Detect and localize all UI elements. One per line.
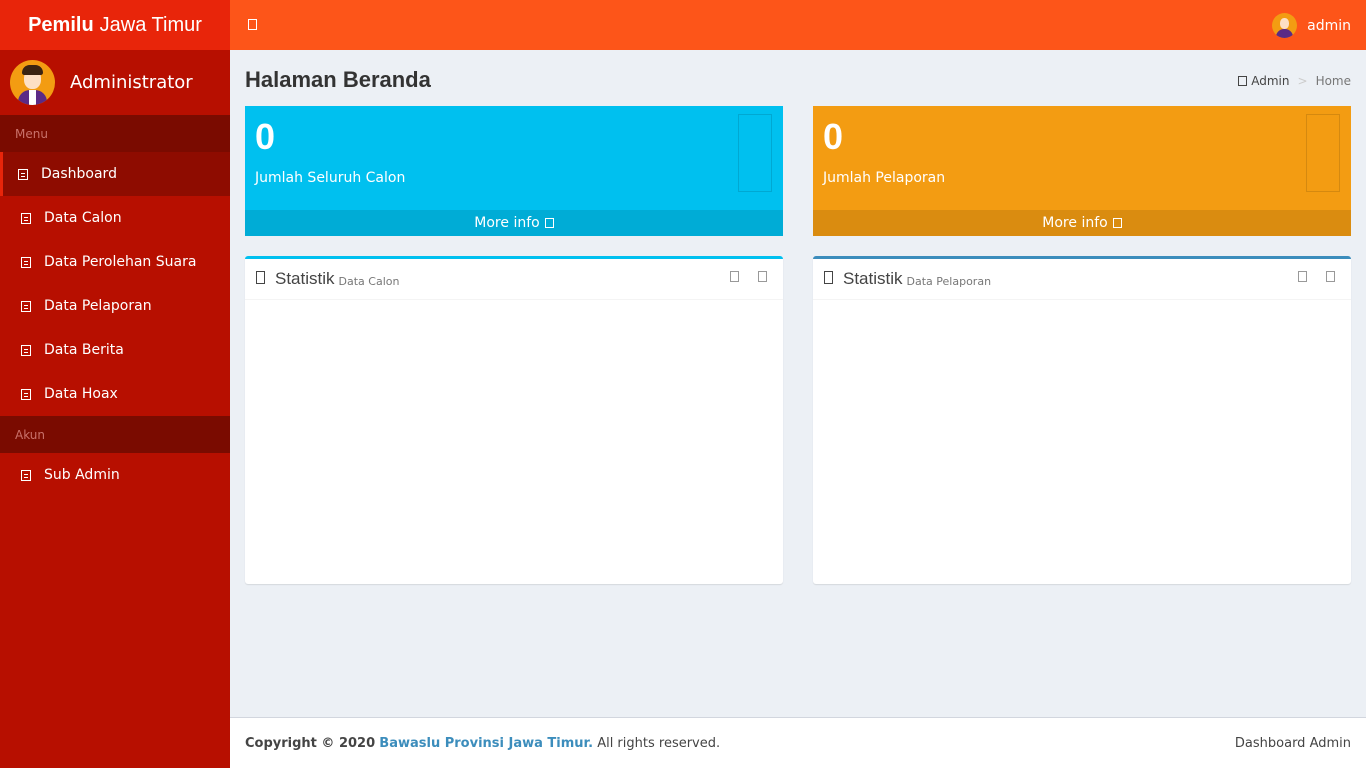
top-navbar: admin bbox=[230, 0, 1366, 50]
more-info-label: More info bbox=[1042, 215, 1108, 231]
collapse-icon[interactable] bbox=[730, 271, 739, 282]
more-info-link[interactable]: More info bbox=[245, 210, 783, 236]
main-footer: Copyright © 2020 Bawaslu Provinsi Jawa T… bbox=[230, 717, 1366, 768]
arrow-circle-right-icon bbox=[1112, 218, 1122, 228]
panel-tools bbox=[711, 271, 767, 282]
bar-chart-icon bbox=[21, 256, 31, 268]
user-menu[interactable]: admin bbox=[1272, 13, 1351, 38]
user-panel: Administrator bbox=[0, 50, 230, 115]
dashboard-icon bbox=[1238, 76, 1248, 86]
sidebar-item-label: Data Calon bbox=[44, 210, 122, 226]
footer-copyright: Copyright © 2020 Bawaslu Provinsi Jawa T… bbox=[245, 736, 720, 751]
stat-label: Jumlah Seluruh Calon bbox=[255, 170, 406, 186]
logo-bold: Pemilu bbox=[28, 13, 94, 36]
app-logo[interactable]: Pemilu Jawa Timur bbox=[0, 0, 230, 50]
sidebar-item-data-hoax[interactable]: Data Hoax bbox=[0, 372, 230, 416]
statistik-calon-panel: Statistik Data Calon bbox=[245, 256, 783, 584]
sidebar-item-label: Data Hoax bbox=[44, 386, 118, 402]
sidebar-item-label: Data Perolehan Suara bbox=[44, 254, 197, 270]
sidebar-user-name: Administrator bbox=[70, 72, 193, 93]
sidebar-item-label: Data Pelaporan bbox=[44, 298, 152, 314]
sidebar: Pemilu Jawa Timur Administrator Menu Das… bbox=[0, 0, 230, 768]
more-info-label: More info bbox=[474, 215, 540, 231]
user-avatar bbox=[10, 60, 55, 105]
users-icon bbox=[738, 114, 772, 192]
sidebar-item-data-pelaporan[interactable]: Data Pelaporan bbox=[0, 284, 230, 328]
menu-header-menu: Menu bbox=[0, 115, 230, 152]
breadcrumb-separator: > bbox=[1297, 74, 1308, 88]
sidebar-item-data-perolehan-suara[interactable]: Data Perolehan Suara bbox=[0, 240, 230, 284]
stat-value: 0 bbox=[823, 116, 844, 157]
panel-subtitle: Data Calon bbox=[338, 274, 400, 288]
statistik-pelaporan-panel: Statistik Data Pelaporan bbox=[813, 256, 1351, 584]
menu-header-akun: Akun bbox=[0, 416, 230, 453]
chart-icon bbox=[824, 270, 833, 284]
chart-icon bbox=[256, 270, 265, 284]
breadcrumb-admin[interactable]: Admin bbox=[1251, 74, 1289, 88]
user-icon bbox=[21, 469, 31, 481]
close-icon[interactable] bbox=[758, 271, 767, 282]
footer-right-text: Dashboard Admin bbox=[1234, 735, 1351, 751]
logo-rest: Jawa Timur bbox=[99, 13, 202, 36]
warning-icon bbox=[21, 388, 31, 400]
sidebar-item-data-calon[interactable]: Data Calon bbox=[0, 196, 230, 240]
footer-rights: All rights reserved. bbox=[597, 735, 721, 751]
breadcrumb-home: Home bbox=[1315, 74, 1351, 88]
content-wrapper: Halaman Beranda Admin > Home 0 Jumlah Se… bbox=[230, 50, 1366, 717]
sidebar-toggle-icon[interactable] bbox=[248, 19, 257, 30]
sidebar-item-label: Data Berita bbox=[44, 342, 124, 358]
user-menu-name: admin bbox=[1307, 17, 1351, 34]
more-info-link[interactable]: More info bbox=[813, 210, 1351, 236]
arrow-circle-right-icon bbox=[544, 218, 554, 228]
panel-header: Statistik Data Calon bbox=[245, 259, 783, 300]
collapse-icon[interactable] bbox=[1298, 271, 1307, 282]
panel-title: Statistik bbox=[275, 269, 335, 288]
stat-box-calon: 0 Jumlah Seluruh Calon More info bbox=[245, 106, 783, 236]
close-icon[interactable] bbox=[1326, 271, 1335, 282]
sidebar-item-sub-admin[interactable]: Sub Admin bbox=[0, 453, 230, 497]
breadcrumb: Admin > Home bbox=[1238, 74, 1351, 88]
newspaper-icon bbox=[21, 344, 31, 356]
sidebar-item-dashboard[interactable]: Dashboard bbox=[0, 152, 230, 196]
sidebar-item-data-berita[interactable]: Data Berita bbox=[0, 328, 230, 372]
dashboard-icon bbox=[18, 168, 28, 180]
panel-subtitle: Data Pelaporan bbox=[906, 274, 992, 288]
stat-value: 0 bbox=[255, 116, 276, 157]
footer-org-link[interactable]: Bawaslu Provinsi Jawa Timur. bbox=[379, 736, 593, 751]
sidebar-item-label: Sub Admin bbox=[44, 467, 120, 483]
users-icon bbox=[21, 212, 31, 224]
panel-header: Statistik Data Pelaporan bbox=[813, 259, 1351, 300]
report-icon bbox=[21, 300, 31, 312]
stat-label: Jumlah Pelaporan bbox=[823, 170, 946, 186]
user-avatar-small bbox=[1272, 13, 1298, 38]
panel-title: Statistik bbox=[843, 269, 903, 288]
report-icon bbox=[1306, 114, 1340, 192]
sidebar-item-label: Dashboard bbox=[41, 166, 117, 182]
copyright-text: Copyright © 2020 bbox=[245, 735, 376, 751]
stat-box-pelaporan: 0 Jumlah Pelaporan More info bbox=[813, 106, 1351, 236]
panel-tools bbox=[1279, 271, 1335, 282]
page-title: Halaman Beranda bbox=[245, 67, 431, 92]
